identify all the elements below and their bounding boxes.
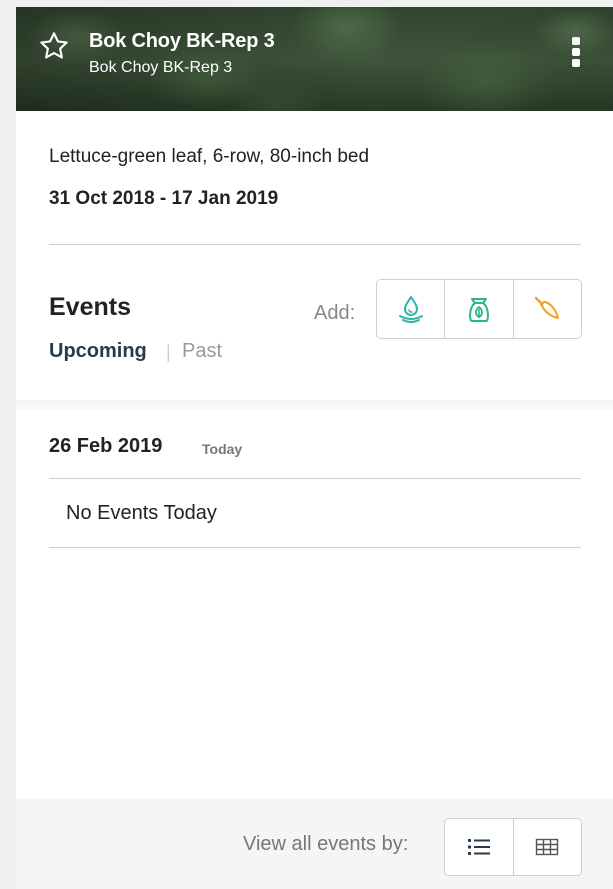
add-label: Add: (314, 302, 356, 324)
star-outline-icon[interactable] (38, 30, 70, 62)
events-heading: Events (49, 293, 131, 321)
seed-bag-icon (469, 298, 489, 322)
crop-plan-panel: Bok Choy BK-Rep 3 Bok Choy BK-Rep 3 Lett… (16, 7, 613, 889)
crop-description: Lettuce-green leaf, 6-row, 80-inch bed (49, 146, 370, 167)
divider (49, 244, 581, 245)
add-water-event-button[interactable] (377, 280, 446, 338)
add-harvest-event-button[interactable] (514, 280, 581, 338)
add-seed-event-button[interactable] (445, 280, 514, 338)
view-mode-button-group (444, 818, 582, 876)
page-title: Bok Choy BK-Rep 3 (89, 30, 275, 52)
section-divider-band (16, 400, 613, 410)
today-badge: Today (202, 441, 243, 457)
trowel-icon (535, 296, 560, 319)
divider (49, 547, 581, 548)
list-view-button[interactable] (445, 819, 514, 875)
header-banner: Bok Choy BK-Rep 3 Bok Choy BK-Rep 3 (16, 7, 613, 111)
view-all-label: View all events by: (243, 833, 409, 855)
day-date: 26 Feb 2019 (49, 435, 163, 457)
add-event-button-group (376, 279, 582, 339)
page-subtitle: Bok Choy BK-Rep 3 (89, 59, 233, 76)
divider (49, 478, 581, 479)
table-view-button[interactable] (514, 819, 582, 875)
tab-upcoming[interactable]: Upcoming (49, 340, 147, 363)
empty-events-message: No Events Today (66, 502, 217, 524)
footer: View all events by: (16, 799, 613, 889)
table-view-icon (536, 838, 559, 856)
tab-past[interactable]: Past (182, 340, 222, 363)
date-range: 31 Oct 2018 - 17 Jan 2019 (49, 188, 279, 209)
tab-separator: | (166, 342, 171, 362)
list-view-icon (467, 839, 490, 855)
water-drop-icon (398, 295, 423, 323)
kebab-menu-icon[interactable] (566, 37, 586, 75)
